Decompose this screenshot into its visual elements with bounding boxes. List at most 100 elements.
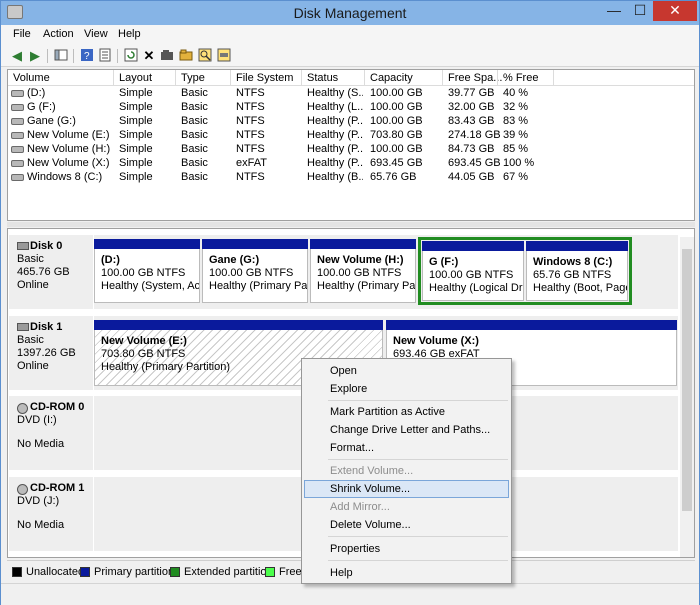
column-divider[interactable]	[230, 70, 231, 86]
partition-status: Healthy (Primary Parti	[317, 280, 415, 292]
column-divider[interactable]	[301, 70, 302, 86]
cdrom-0-label[interactable]: CD-ROM 0 DVD (I:) No Media	[9, 396, 93, 470]
explore-icon[interactable]	[178, 48, 194, 64]
capacity-cell: 100.00 GB	[370, 143, 423, 155]
hard-disk-icon	[17, 323, 29, 331]
disk-1-label[interactable]: Disk 1 Basic 1397.26 GB Online	[9, 316, 93, 390]
menu-view[interactable]: View	[84, 28, 108, 40]
menu-file[interactable]: File	[13, 28, 31, 40]
free-space-cell: 84.73 GB	[448, 143, 495, 155]
delete-icon[interactable]: ✕	[141, 48, 157, 64]
close-button[interactable]: ✕	[653, 1, 697, 21]
layout-cell: Simple	[119, 143, 153, 155]
volume-cell: Gane (G:)	[27, 115, 76, 127]
partition-name: New Volume (E:)	[101, 335, 187, 347]
table-row[interactable]: New Volume (H:) Simple Basic NTFS Health…	[8, 143, 694, 157]
menu-item-help[interactable]: Help	[304, 564, 509, 582]
column-divider[interactable]	[175, 70, 176, 86]
column-divider[interactable]	[113, 70, 114, 86]
volume-list[interactable]: Volume Layout Type File System Status Ca…	[7, 69, 695, 221]
forward-icon[interactable]: ▶	[27, 48, 43, 64]
disk-0-label[interactable]: Disk 0 Basic 465.76 GB Online	[9, 235, 93, 309]
column-header-volume[interactable]: Volume	[13, 72, 50, 84]
minimize-button[interactable]: —	[601, 1, 627, 21]
column-header-file-system[interactable]: File System	[236, 72, 293, 84]
maximize-button[interactable]: ☐	[627, 1, 653, 21]
search-icon[interactable]	[197, 48, 213, 64]
table-row[interactable]: (D:) Simple Basic NTFS Healthy (S... 100…	[8, 87, 694, 101]
hard-disk-icon	[17, 242, 29, 250]
table-row[interactable]: G (F:) Simple Basic NTFS Healthy (L... 1…	[8, 101, 694, 115]
disk-type: Basic	[17, 334, 44, 346]
menu-item-properties[interactable]: Properties	[304, 540, 509, 558]
percent-free-cell: 100 %	[503, 157, 535, 169]
properties-icon[interactable]	[97, 48, 113, 64]
open-icon[interactable]	[159, 48, 175, 64]
partition-h[interactable]: New Volume (H:) 100.00 GB NTFS Healthy (…	[310, 239, 416, 303]
disk-view-scrollbar[interactable]	[680, 237, 694, 557]
refresh-icon[interactable]	[123, 48, 139, 64]
file-system-cell: NTFS	[236, 143, 265, 155]
toolbar-separator	[73, 49, 74, 63]
menu-action[interactable]: Action	[43, 28, 74, 40]
column-header-capacity[interactable]: Capacity	[370, 72, 413, 84]
menu-item-open[interactable]: Open	[304, 362, 509, 380]
table-row[interactable]: New Volume (E:) Simple Basic NTFS Health…	[8, 129, 694, 143]
layout-cell: Simple	[119, 157, 153, 169]
status-cell: Healthy (B...	[307, 171, 363, 183]
column-divider[interactable]	[442, 70, 443, 86]
partition-f[interactable]: G (F:) 100.00 GB NTFS Healthy (Logical D…	[422, 241, 524, 301]
legend-swatch-free	[265, 567, 275, 577]
disk-icon[interactable]	[216, 48, 232, 64]
type-cell: Basic	[181, 87, 208, 99]
scrollbar-thumb[interactable]	[682, 249, 692, 511]
help-icon[interactable]: ?	[79, 48, 95, 64]
column-divider[interactable]	[364, 70, 365, 86]
menu-item-shrink-volume[interactable]: Shrink Volume...	[304, 480, 509, 498]
percent-free-cell: 39 %	[503, 129, 529, 141]
menu-item-mark-active[interactable]: Mark Partition as Active	[304, 403, 509, 421]
type-cell: Basic	[181, 115, 208, 127]
partition-c[interactable]: Windows 8 (C:) 65.76 GB NTFS Healthy (Bo…	[526, 241, 628, 301]
column-divider[interactable]	[497, 70, 498, 86]
cd-drive-icon	[17, 484, 28, 495]
back-icon[interactable]: ◀	[9, 48, 25, 64]
console-tree-icon[interactable]	[53, 48, 69, 64]
capacity-cell: 693.45 GB	[370, 157, 423, 169]
disk-size: 1397.26 GB	[17, 347, 76, 359]
disk-name: Disk 0	[30, 240, 63, 252]
capacity-cell: 65.76 GB	[370, 171, 417, 183]
column-header-status[interactable]: Status	[307, 72, 338, 84]
table-row[interactable]: Windows 8 (C:) Simple Basic NTFS Healthy…	[8, 171, 694, 185]
menu-item-change-drive-letter[interactable]: Change Drive Letter and Paths...	[304, 421, 509, 439]
layout-cell: Simple	[119, 101, 153, 113]
menu-help[interactable]: Help	[118, 28, 141, 40]
drive-icon	[11, 146, 24, 153]
layout-cell: Simple	[119, 115, 153, 127]
free-space-cell: 32.00 GB	[448, 101, 495, 113]
disk-name: CD-ROM 1	[30, 482, 85, 494]
column-divider[interactable]	[553, 70, 554, 86]
cdrom-1-label[interactable]: CD-ROM 1 DVD (J:) No Media	[9, 477, 93, 551]
drive-icon	[11, 118, 24, 125]
volume-list-header: Volume Layout Type File System Status Ca…	[8, 70, 694, 86]
table-row[interactable]: Gane (G:) Simple Basic NTFS Healthy (P..…	[8, 115, 694, 129]
column-header-free-space[interactable]: Free Spa...	[448, 72, 502, 84]
layout-cell: Simple	[119, 171, 153, 183]
column-header-percent-free[interactable]: % Free	[503, 72, 538, 84]
menu-item-delete-volume[interactable]: Delete Volume...	[304, 516, 509, 534]
column-header-layout[interactable]: Layout	[119, 72, 152, 84]
partition-d[interactable]: (D:) 100.00 GB NTFS Healthy (System, Act…	[94, 239, 200, 303]
volume-cell: New Volume (X:)	[27, 157, 110, 169]
menu-item-explore[interactable]: Explore	[304, 380, 509, 398]
type-cell: Basic	[181, 157, 208, 169]
column-header-type[interactable]: Type	[181, 72, 205, 84]
menu-item-format[interactable]: Format...	[304, 439, 509, 457]
disk-state: Online	[17, 360, 49, 372]
partition-g[interactable]: Gane (G:) 100.00 GB NTFS Healthy (Primar…	[202, 239, 308, 303]
pane-splitter[interactable]	[7, 222, 695, 227]
capacity-cell: 100.00 GB	[370, 101, 423, 113]
disk-name: CD-ROM 0	[30, 401, 85, 413]
table-row[interactable]: New Volume (X:) Simple Basic exFAT Healt…	[8, 157, 694, 171]
file-system-cell: NTFS	[236, 115, 265, 127]
